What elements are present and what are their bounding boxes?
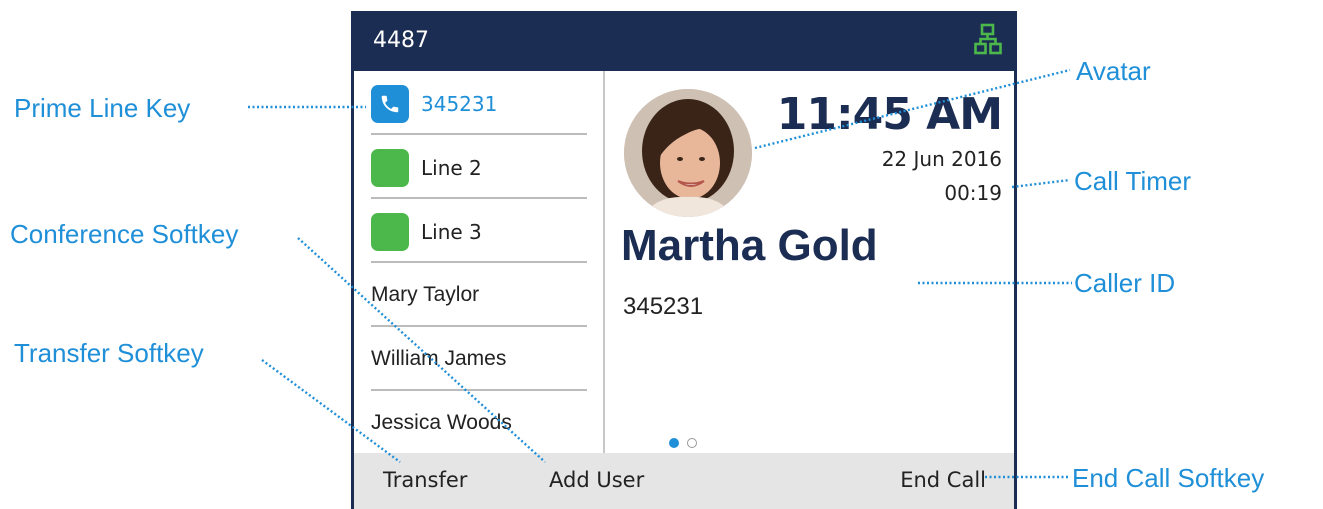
softkey-bar: Transfer Add User End Call (354, 453, 1014, 509)
line-key-3[interactable]: Line 3 (371, 199, 587, 263)
contact-label: William James (371, 347, 507, 370)
line-label: 345231 (421, 92, 498, 116)
callout-avatar: Avatar (1076, 56, 1151, 86)
line-key-2[interactable]: Line 2 (371, 135, 587, 199)
phone-handset-icon (371, 85, 409, 123)
line-label: Line 2 (421, 156, 482, 180)
callout-end-call-softkey: End Call Softkey (1072, 463, 1265, 493)
page-indicator (669, 433, 705, 452)
callout-conference-softkey: Conference Softkey (10, 219, 239, 249)
contact-label: Mary Taylor (371, 283, 480, 306)
contact-key[interactable]: Mary Taylor (371, 263, 587, 327)
status-bar: 4487 (354, 11, 1014, 71)
line-status-icon (371, 213, 409, 251)
line-status-icon (371, 149, 409, 187)
caller-id-number: 345231 (623, 293, 704, 320)
phone-screen: 4487 345231 Line 2 Line 3 Mary Taylor Wi… (351, 11, 1017, 509)
line-label: Line 3 (421, 220, 482, 244)
callout-caller-id: Caller ID (1074, 268, 1176, 298)
transfer-softkey[interactable]: Transfer (383, 468, 467, 492)
end-call-softkey[interactable]: End Call (900, 468, 986, 492)
callout-transfer-softkey: Transfer Softkey (14, 338, 204, 368)
page-dot[interactable] (687, 438, 697, 448)
call-timer: 00:19 (944, 181, 1002, 205)
network-icon (974, 23, 1002, 55)
contact-key[interactable]: Jessica Woods (371, 391, 587, 453)
active-call-panel: 11:45 AM 22 Jun 2016 00:19 Martha Gold 3… (605, 71, 1014, 453)
person-photo-icon (624, 89, 752, 217)
caller-id-name: Martha Gold (621, 221, 878, 270)
add-user-softkey[interactable]: Add User (549, 468, 644, 492)
clock-time: 11:45 AM (776, 89, 1003, 140)
contact-key[interactable]: William James (371, 327, 587, 391)
contact-label: Jessica Woods (371, 411, 512, 434)
callout-call-timer: Call Timer (1074, 166, 1192, 196)
page-dot-active[interactable] (669, 438, 679, 448)
callout-prime-line-key: Prime Line Key (14, 93, 191, 123)
line-list: 345231 Line 2 Line 3 Mary Taylor William… (354, 71, 605, 453)
caller-avatar (624, 89, 752, 217)
clock-date: 22 Jun 2016 (881, 147, 1002, 171)
extension-number: 4487 (373, 28, 429, 53)
prime-line-key[interactable]: 345231 (371, 71, 587, 135)
